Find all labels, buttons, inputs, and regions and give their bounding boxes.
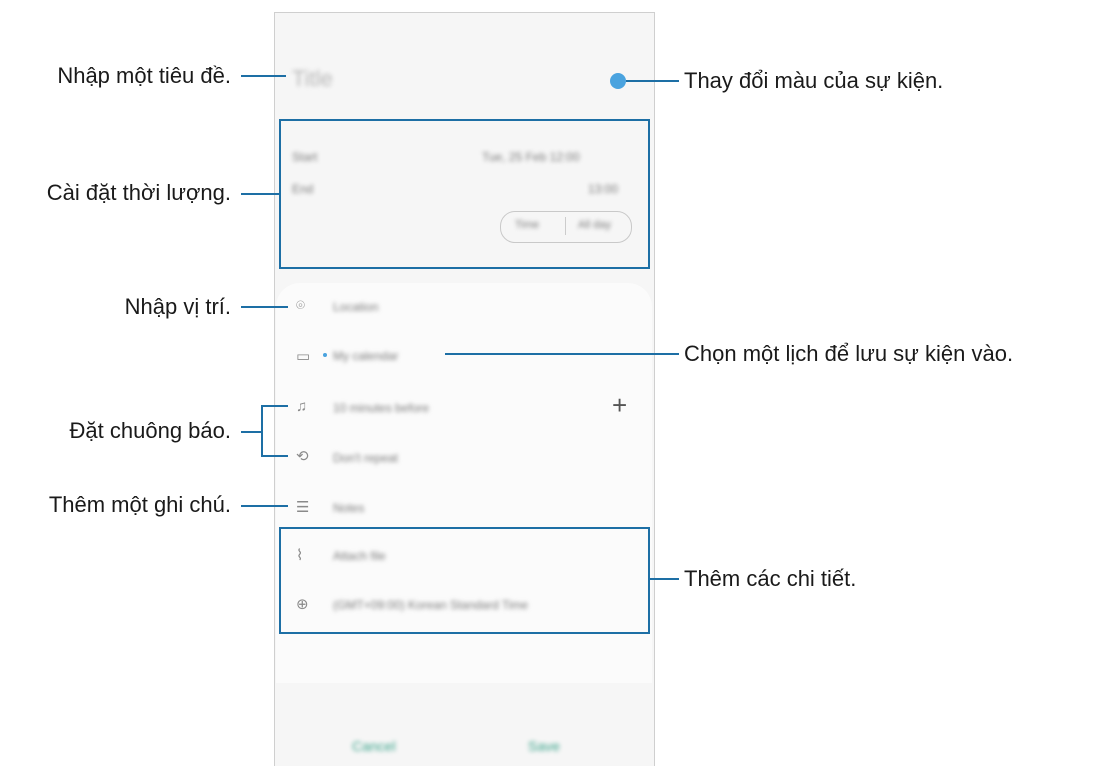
alarm-bracket-top — [261, 405, 288, 407]
title-input[interactable]: Title — [292, 66, 333, 92]
color-annotation: Thay đổi màu của sự kiện. — [684, 68, 944, 93]
calendar-icon: ▭ — [296, 348, 311, 365]
title-callout-line — [241, 75, 286, 77]
alarm-bracket-bottom — [261, 455, 288, 457]
duration-highlight — [279, 119, 650, 269]
event-color-button[interactable] — [610, 73, 626, 89]
calendar-annotation: Chọn một lịch để lưu sự kiện vào. — [684, 341, 1014, 366]
calendar-callout-line — [445, 353, 679, 355]
color-callout-line — [626, 80, 679, 82]
repeat-select[interactable]: Don't repeat — [333, 451, 398, 465]
note-callout-line — [241, 505, 288, 507]
alarm-callout-line — [241, 431, 263, 433]
location-input[interactable]: Location — [333, 300, 378, 314]
details-callout-line — [648, 578, 679, 580]
details-annotation: Thêm các chi tiết. — [684, 566, 857, 591]
notes-input[interactable]: Notes — [333, 501, 364, 515]
alarm-bracket — [261, 405, 263, 457]
add-reminder-button[interactable]: + — [612, 392, 627, 418]
calendar-select[interactable]: My calendar — [333, 349, 398, 363]
calendar-color-dot — [323, 353, 327, 357]
notes-icon: ☰ — [296, 499, 310, 516]
reminder-select[interactable]: 10 minutes before — [333, 401, 429, 415]
duration-callout-line — [241, 193, 279, 195]
cancel-button[interactable]: Cancel — [352, 738, 396, 754]
save-button[interactable]: Save — [528, 738, 560, 754]
note-annotation: Thêm một ghi chú. — [48, 492, 231, 517]
alarm-annotation: Đặt chuông báo. — [69, 418, 231, 443]
duration-annotation: Cài đặt thời lượng. — [46, 180, 231, 205]
location-callout-line — [241, 306, 288, 308]
bell-icon: ♫ — [296, 398, 308, 415]
location-icon: ⌾ — [296, 297, 306, 314]
details-highlight — [279, 527, 650, 634]
location-annotation: Nhập vị trí. — [124, 294, 231, 319]
repeat-icon: ⟲ — [296, 448, 309, 465]
title-annotation: Nhập một tiêu đề. — [57, 63, 231, 88]
